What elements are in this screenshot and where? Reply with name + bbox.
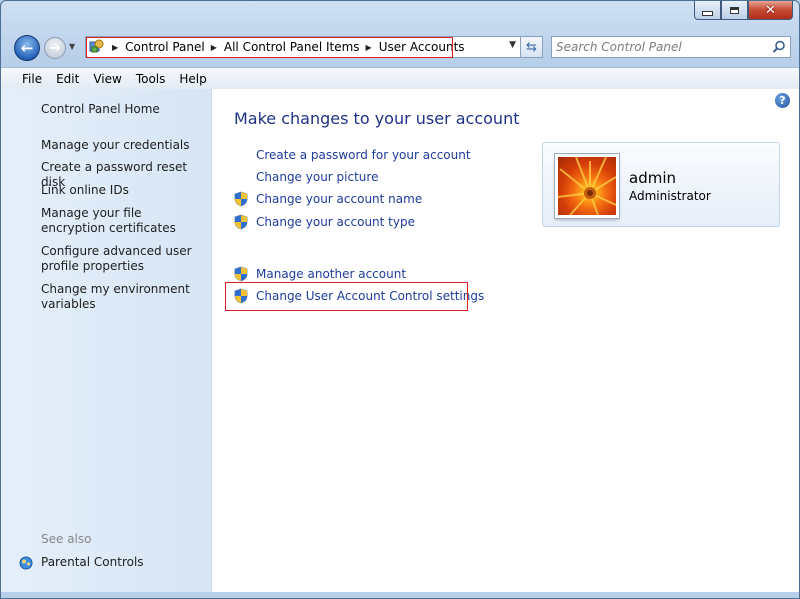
main-content: ? Make changes to your user account Crea… xyxy=(212,89,799,592)
menu-file[interactable]: File xyxy=(1,72,49,86)
uac-shield-icon xyxy=(234,191,248,207)
menu-view[interactable]: View xyxy=(86,72,128,86)
sidebar: Control Panel Home Manage your credentia… xyxy=(1,89,212,592)
close-icon: ✕ xyxy=(765,2,776,18)
task-create-password[interactable]: Create a password for your account xyxy=(256,148,471,162)
back-arrow-icon: ← xyxy=(20,39,34,57)
uac-highlight-box xyxy=(225,282,468,311)
menu-help[interactable]: Help xyxy=(172,72,213,86)
search-input[interactable] xyxy=(556,39,761,55)
flower-picture-icon xyxy=(558,157,616,215)
task-change-account-name[interactable]: Change your account name xyxy=(256,192,422,206)
forward-arrow-icon: → xyxy=(49,40,61,56)
search-icon[interactable] xyxy=(772,40,786,54)
see-also-label: See also xyxy=(41,532,92,546)
address-dropdown-icon[interactable]: ▼ xyxy=(509,40,516,50)
close-button[interactable]: ✕ xyxy=(748,1,793,20)
menu-bar: File Edit View Tools Help xyxy=(1,67,799,90)
caption-buttons: ✕ xyxy=(694,1,793,20)
sidebar-link-environment-variables[interactable]: Change my environment variables xyxy=(41,282,206,312)
help-icon[interactable]: ? xyxy=(775,93,790,108)
task-change-picture[interactable]: Change your picture xyxy=(256,170,378,184)
parental-controls-link[interactable]: Parental Controls xyxy=(41,555,206,570)
navigation-bar: ← → ▼ ▶ Control Panel ▶ All Control Pane… xyxy=(1,31,799,65)
account-tile: admin Administrator xyxy=(542,142,780,227)
account-name: admin xyxy=(629,169,676,187)
page-title: Make changes to your user account xyxy=(234,109,520,128)
account-type: Administrator xyxy=(629,189,711,203)
minimize-icon xyxy=(702,10,713,16)
task-change-account-type[interactable]: Change your account type xyxy=(256,215,415,229)
sidebar-link-encryption-certificates[interactable]: Manage your file encryption certificates xyxy=(41,206,206,236)
uac-shield-icon xyxy=(234,266,248,282)
address-highlight-box xyxy=(86,37,453,58)
avatar xyxy=(555,154,619,218)
maximize-button[interactable] xyxy=(721,1,748,20)
refresh-button[interactable]: ⇆ xyxy=(521,36,543,58)
uac-shield-icon xyxy=(234,214,248,230)
recent-pages-dropdown-icon[interactable]: ▼ xyxy=(69,42,75,51)
search-box[interactable] xyxy=(551,36,791,58)
menu-edit[interactable]: Edit xyxy=(49,72,86,86)
menu-tools[interactable]: Tools xyxy=(129,72,173,86)
refresh-icon: ⇆ xyxy=(526,39,537,55)
parental-controls-icon xyxy=(19,556,33,570)
sidebar-link-online-ids[interactable]: Link online IDs xyxy=(41,183,206,198)
sidebar-link-credentials[interactable]: Manage your credentials xyxy=(41,138,206,153)
task-manage-another-account[interactable]: Manage another account xyxy=(256,267,406,281)
minimize-button[interactable] xyxy=(694,1,721,20)
forward-button[interactable]: → xyxy=(44,37,66,59)
control-panel-home-link[interactable]: Control Panel Home xyxy=(41,102,206,117)
control-panel-window: ✕ ← → ▼ ▶ Control Panel ▶ All Control Pa… xyxy=(0,0,800,599)
maximize-icon xyxy=(730,6,739,14)
back-button[interactable]: ← xyxy=(14,35,40,61)
sidebar-link-profile-properties[interactable]: Configure advanced user profile properti… xyxy=(41,244,206,274)
